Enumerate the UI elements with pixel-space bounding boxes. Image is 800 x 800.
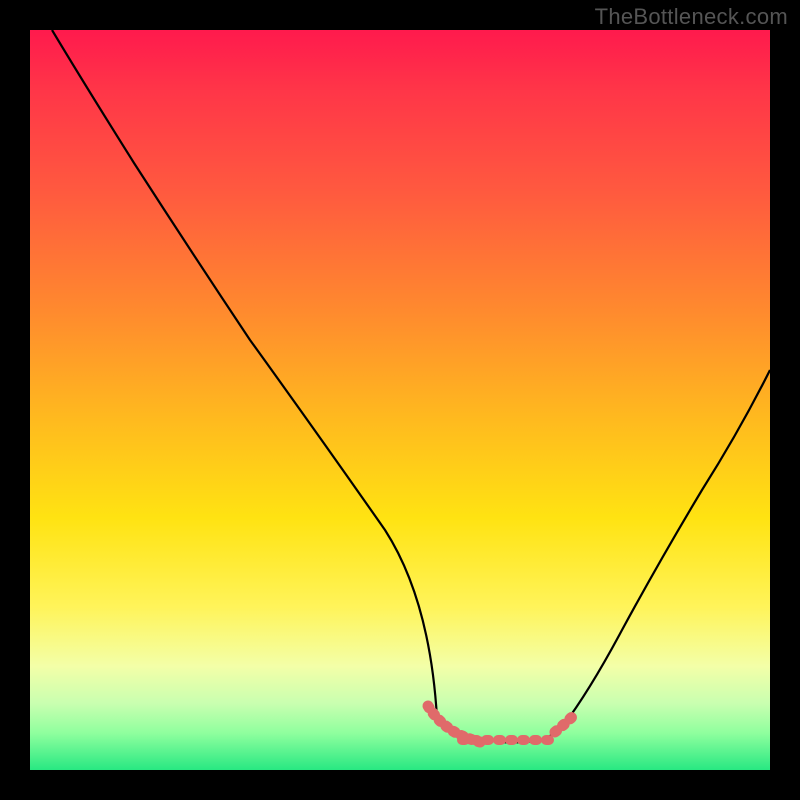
- curve-left-path: [52, 30, 437, 718]
- watermark-label: TheBottleneck.com: [595, 4, 788, 30]
- curve-right-path: [563, 370, 770, 726]
- plot-area: [30, 30, 770, 770]
- chart-frame: TheBottleneck.com: [0, 0, 800, 800]
- chart-svg: [30, 30, 770, 770]
- highlight-right: [555, 714, 575, 732]
